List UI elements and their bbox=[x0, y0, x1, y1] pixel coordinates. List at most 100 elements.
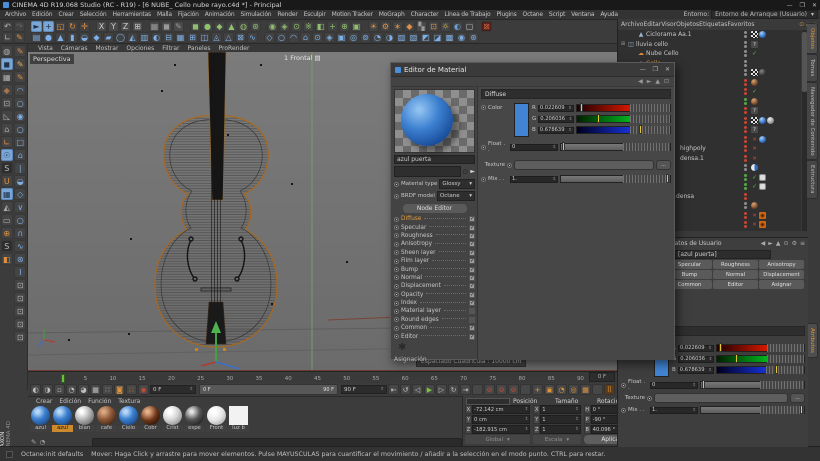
channel-row[interactable]: Index ✓ bbox=[394, 299, 475, 307]
toolbar-icon[interactable]: ⊡ bbox=[428, 21, 439, 32]
attr-channel-tab[interactable]: Asignar bbox=[759, 280, 804, 289]
menu-item[interactable]: Fijación bbox=[175, 11, 202, 18]
radio-icon[interactable] bbox=[481, 145, 486, 150]
toolbar-icon[interactable]: ◔ bbox=[372, 32, 383, 43]
menu-item[interactable]: Motion Tracker bbox=[329, 11, 376, 18]
channel-checkbox[interactable]: ✓ bbox=[469, 216, 475, 222]
toolbar-icon[interactable]: ◼ bbox=[190, 21, 201, 32]
object-tags[interactable] bbox=[751, 202, 801, 209]
transport-button[interactable]: ▣ bbox=[544, 384, 555, 395]
anim-tool-icon[interactable]: ◔ bbox=[66, 384, 77, 395]
transport-button[interactable]: ◎ bbox=[568, 384, 579, 395]
sidebar-mode-icon[interactable]: ▦ bbox=[1, 188, 13, 200]
toolbar-icon[interactable]: ∗ bbox=[392, 21, 403, 32]
transport-button[interactable]: ↻ bbox=[448, 384, 459, 395]
toolbar-icon[interactable] bbox=[363, 21, 367, 32]
menu-item[interactable]: Esculpir bbox=[301, 11, 329, 18]
radio-icon[interactable] bbox=[394, 317, 399, 322]
sidebar-mode-icon[interactable]: ▦ bbox=[1, 71, 13, 83]
visibility-dots[interactable] bbox=[744, 107, 747, 114]
visibility-dots[interactable] bbox=[744, 60, 747, 67]
coords-checkbox[interactable] bbox=[466, 398, 510, 405]
transport-button[interactable]: ▦ bbox=[580, 384, 591, 395]
toolbar-icon[interactable]: ⊚ bbox=[360, 32, 371, 43]
om-header-icon[interactable]: ⊙ bbox=[799, 21, 804, 28]
toolbar-icon[interactable] bbox=[185, 21, 189, 32]
sidebar-tool-icon[interactable]: ⊡ bbox=[14, 318, 26, 330]
channel-row[interactable]: Displacement ✓ bbox=[394, 282, 475, 290]
camera-label[interactable]: Perspectiva bbox=[30, 54, 74, 64]
object-name[interactable]: Ciclorama Aa.1 bbox=[646, 31, 692, 38]
slider-handle[interactable] bbox=[639, 125, 642, 134]
texture-field[interactable] bbox=[654, 393, 788, 403]
color-slider[interactable] bbox=[576, 115, 671, 123]
object-name[interactable]: densa bbox=[676, 193, 694, 200]
minimize-button[interactable]: — bbox=[787, 2, 793, 9]
radio-icon[interactable] bbox=[394, 309, 399, 314]
object-tags[interactable] bbox=[751, 50, 801, 57]
value-field[interactable]: 0.022609 bbox=[538, 105, 574, 112]
om-menu-item[interactable]: Visor bbox=[661, 21, 676, 28]
viewport-menu-item[interactable]: Filtrar bbox=[162, 45, 179, 52]
visibility-dots[interactable] bbox=[744, 164, 747, 171]
anim-tool-icon[interactable]: ∷ bbox=[102, 384, 113, 395]
toolbar-icon[interactable]: Z bbox=[120, 21, 131, 32]
radio-icon[interactable] bbox=[481, 177, 486, 182]
sidebar-mode-icon[interactable]: ⌂ bbox=[1, 123, 13, 135]
object-tags[interactable] bbox=[751, 155, 801, 162]
object-tags[interactable] bbox=[751, 174, 801, 181]
toolbar-icon[interactable] bbox=[91, 21, 95, 32]
timeline-end-field[interactable]: 0 F bbox=[589, 372, 615, 382]
om-menu-item[interactable]: Archivo bbox=[621, 21, 643, 28]
material-preview[interactable] bbox=[394, 89, 475, 153]
sidebar-tool-icon[interactable]: ◒ bbox=[14, 175, 26, 187]
radio-icon[interactable] bbox=[394, 250, 399, 255]
mix-field[interactable]: 1. bbox=[510, 176, 558, 183]
timeline-ruler[interactable]: 51015202530354045505560657075808590 0 F bbox=[28, 371, 617, 383]
object-tags[interactable] bbox=[751, 145, 801, 152]
toolbar-icon[interactable]: ◩ bbox=[420, 32, 431, 43]
object-tags[interactable] bbox=[751, 79, 801, 86]
toolbar-icon[interactable]: ● bbox=[202, 21, 213, 32]
scale-mode-dropdown[interactable]: Escala▾ bbox=[533, 435, 580, 444]
toolbar-icon[interactable]: ◧ bbox=[315, 21, 326, 32]
sidebar-tool-icon[interactable]: | bbox=[14, 162, 26, 174]
menu-item[interactable]: MoGraph bbox=[376, 11, 408, 18]
toolbar-icon[interactable]: ∟ bbox=[2, 32, 13, 43]
toolbar-icon[interactable]: ◆ bbox=[214, 21, 225, 32]
attr-header-icon[interactable]: ⊙ bbox=[784, 240, 789, 247]
sidebar-tool-icon[interactable]: ⊛ bbox=[14, 253, 26, 265]
visibility-dots[interactable] bbox=[744, 221, 747, 228]
toolbar-icon[interactable]: ◒ bbox=[79, 32, 90, 43]
toolbar-icon[interactable]: △ bbox=[223, 32, 234, 43]
maximize-button[interactable]: ❐ bbox=[653, 66, 658, 73]
radio-icon[interactable] bbox=[394, 242, 399, 247]
material-swatch[interactable]: azul bbox=[30, 406, 51, 432]
radio-icon[interactable] bbox=[394, 217, 399, 222]
sidebar-tool-icon[interactable]: □ bbox=[14, 136, 26, 148]
coord-system-dropdown[interactable]: Global▾ bbox=[465, 435, 530, 444]
toolbar-icon[interactable] bbox=[26, 32, 30, 43]
object-tags[interactable] bbox=[751, 136, 801, 143]
toolbar-icon[interactable]: ◍ bbox=[238, 21, 249, 32]
sidebar-mode-icon[interactable]: ⊡ bbox=[1, 97, 13, 109]
menu-item[interactable]: Malla bbox=[154, 11, 175, 18]
channel-row[interactable]: Common ✓ bbox=[394, 324, 475, 332]
toolbar-icon[interactable]: ○ bbox=[276, 32, 287, 43]
toolbar-icon[interactable]: ► bbox=[31, 21, 42, 32]
material-menu-item[interactable]: Textura bbox=[118, 398, 140, 405]
menu-item[interactable]: Script bbox=[546, 11, 568, 18]
transport-button[interactable]: + bbox=[532, 384, 543, 395]
frame-range-slider[interactable]: 0 F 90 F bbox=[199, 384, 338, 395]
toolbar-icon[interactable]: ◠ bbox=[288, 32, 299, 43]
editor-strip-icon[interactable]: ► bbox=[647, 78, 652, 85]
toolbar-icon[interactable]: ◼ bbox=[161, 21, 172, 32]
texture-browse-button[interactable]: ... bbox=[790, 393, 805, 403]
menu-item[interactable]: Character bbox=[408, 11, 442, 18]
toolbar-icon[interactable]: ◐ bbox=[452, 21, 463, 32]
material-swatch[interactable]: espe bbox=[184, 406, 205, 432]
texture-field[interactable] bbox=[514, 160, 654, 170]
toolbar-icon[interactable]: ✎ bbox=[14, 32, 25, 43]
slider-handle[interactable] bbox=[775, 365, 778, 374]
toolbar-icon[interactable]: ⊛ bbox=[468, 32, 479, 43]
